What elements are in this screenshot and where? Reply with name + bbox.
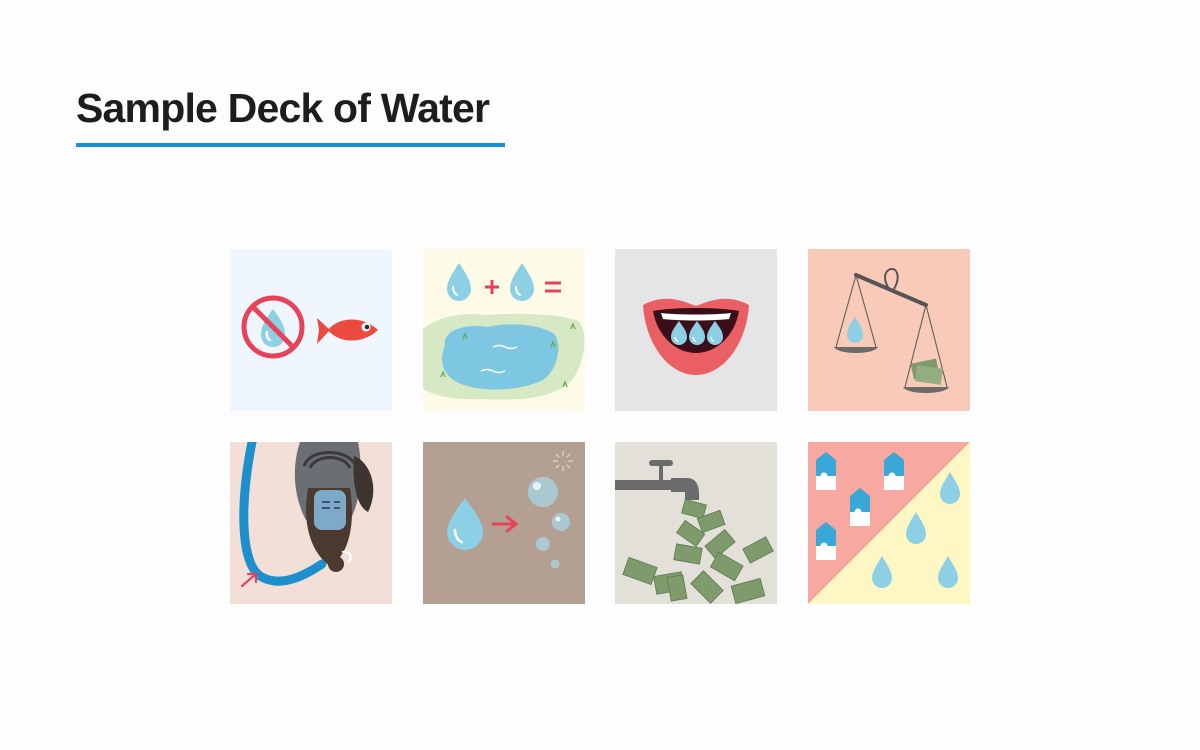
scale-water-vs-money-icon	[808, 249, 970, 411]
tap-pouring-money-icon	[615, 442, 777, 604]
no-water-fish-icon	[230, 249, 392, 411]
card-hose-drinking[interactable]	[230, 442, 392, 604]
drops-plus-equals-pond-icon	[423, 249, 585, 411]
card-scale[interactable]	[808, 249, 970, 411]
mouth-with-water-teeth-icon	[615, 249, 777, 411]
title-underline	[76, 143, 505, 147]
card-no-water-fish[interactable]	[230, 249, 392, 411]
card-drop-bubbles[interactable]	[423, 442, 585, 604]
card-mouth-drops[interactable]	[615, 249, 777, 411]
milk-cartons-vs-water-drops-icon	[808, 442, 970, 604]
card-cartons-drops[interactable]	[808, 442, 970, 604]
card-drops-pond[interactable]	[423, 249, 585, 411]
card-tap-money[interactable]	[615, 442, 777, 604]
page-title: Sample Deck of Water	[76, 85, 490, 131]
drop-to-bubbles-icon	[423, 442, 585, 604]
person-drinking-from-hose-icon	[230, 442, 392, 604]
